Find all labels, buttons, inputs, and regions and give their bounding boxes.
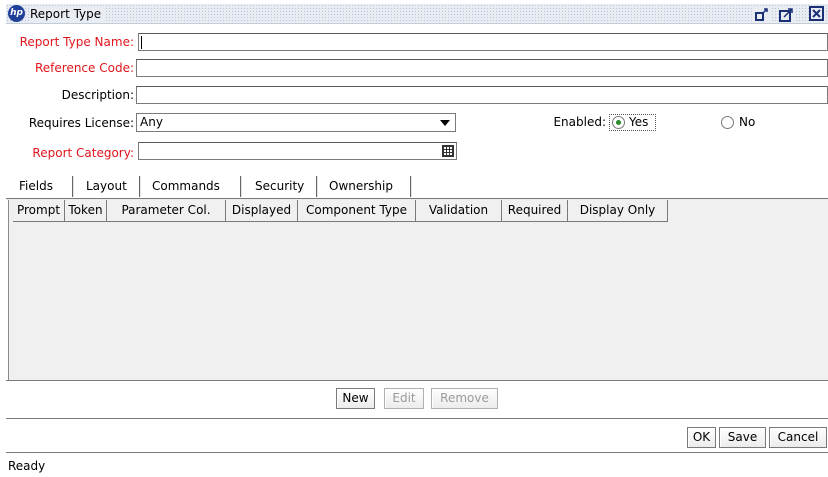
close-icon[interactable]: [809, 6, 825, 22]
button-bar-divider: [6, 418, 828, 419]
report-type-name-field[interactable]: [138, 33, 828, 51]
tab-separator: [72, 176, 74, 197]
restore-icon[interactable]: [754, 6, 770, 22]
radio-no-label[interactable]: No: [739, 113, 755, 131]
tab-ownership[interactable]: Ownership: [323, 175, 399, 197]
tab-security[interactable]: Security: [249, 175, 310, 197]
column-header-prompt[interactable]: Prompt: [13, 200, 65, 222]
cancel-button[interactable]: Cancel: [769, 427, 827, 448]
tab-separator: [316, 176, 318, 197]
column-header-display-only[interactable]: Display Only: [568, 200, 668, 222]
reference-code-input[interactable]: [137, 60, 827, 76]
dropdown-arrow-icon[interactable]: [440, 120, 450, 126]
report-type-name-input[interactable]: [139, 34, 827, 50]
remove-button[interactable]: Remove: [431, 388, 498, 409]
description-input[interactable]: [137, 87, 827, 103]
text-caret: [141, 36, 142, 49]
edit-button[interactable]: Edit: [384, 388, 424, 409]
status-text: Ready: [8, 459, 46, 473]
tab-fields[interactable]: Fields: [13, 175, 59, 197]
grid-bottom-border: [6, 380, 828, 381]
report-category-field[interactable]: [138, 142, 457, 160]
tab-separator: [139, 176, 141, 197]
radio-no[interactable]: [721, 116, 734, 129]
ok-button[interactable]: OK: [687, 427, 716, 448]
fields-table[interactable]: Prompt Token Parameter Col. Displayed Co…: [8, 200, 828, 380]
description-field[interactable]: [136, 86, 828, 104]
description-label: Description:: [61, 88, 134, 102]
column-header-required[interactable]: Required: [502, 200, 568, 222]
window-title: Report Type: [30, 6, 106, 22]
column-header-validation[interactable]: Validation: [416, 200, 502, 222]
tab-commands[interactable]: Commands: [146, 175, 226, 197]
maximize-icon[interactable]: [779, 6, 795, 22]
column-header-displayed[interactable]: Displayed: [226, 200, 298, 222]
requires-license-value: Any: [140, 115, 163, 129]
lookup-list-icon[interactable]: [442, 145, 454, 157]
status-divider: [6, 452, 828, 453]
hp-logo-icon: hp: [8, 5, 25, 22]
tab-layout[interactable]: Layout: [80, 175, 133, 197]
report-category-label: Report Category:: [32, 146, 134, 160]
enabled-label: Enabled:: [553, 115, 606, 129]
reference-code-field[interactable]: [136, 59, 828, 77]
report-category-input[interactable]: [139, 143, 435, 159]
radio-yes[interactable]: [612, 116, 625, 129]
tab-separator: [240, 176, 242, 197]
column-header-component-type[interactable]: Component Type: [298, 200, 416, 222]
column-header-token[interactable]: Token: [65, 200, 107, 222]
radio-yes-label[interactable]: Yes: [629, 113, 648, 131]
report-type-name-label: Report Type Name:: [19, 35, 134, 49]
save-button[interactable]: Save: [719, 427, 766, 448]
tab-separator: [410, 176, 412, 197]
requires-license-select[interactable]: Any: [136, 113, 456, 132]
column-header-parameter-col[interactable]: Parameter Col.: [107, 200, 226, 222]
new-button[interactable]: New: [336, 388, 375, 409]
reference-code-label: Reference Code:: [34, 61, 134, 75]
requires-license-label: Requires License:: [28, 116, 134, 130]
title-bar: hp Report Type: [6, 4, 828, 24]
